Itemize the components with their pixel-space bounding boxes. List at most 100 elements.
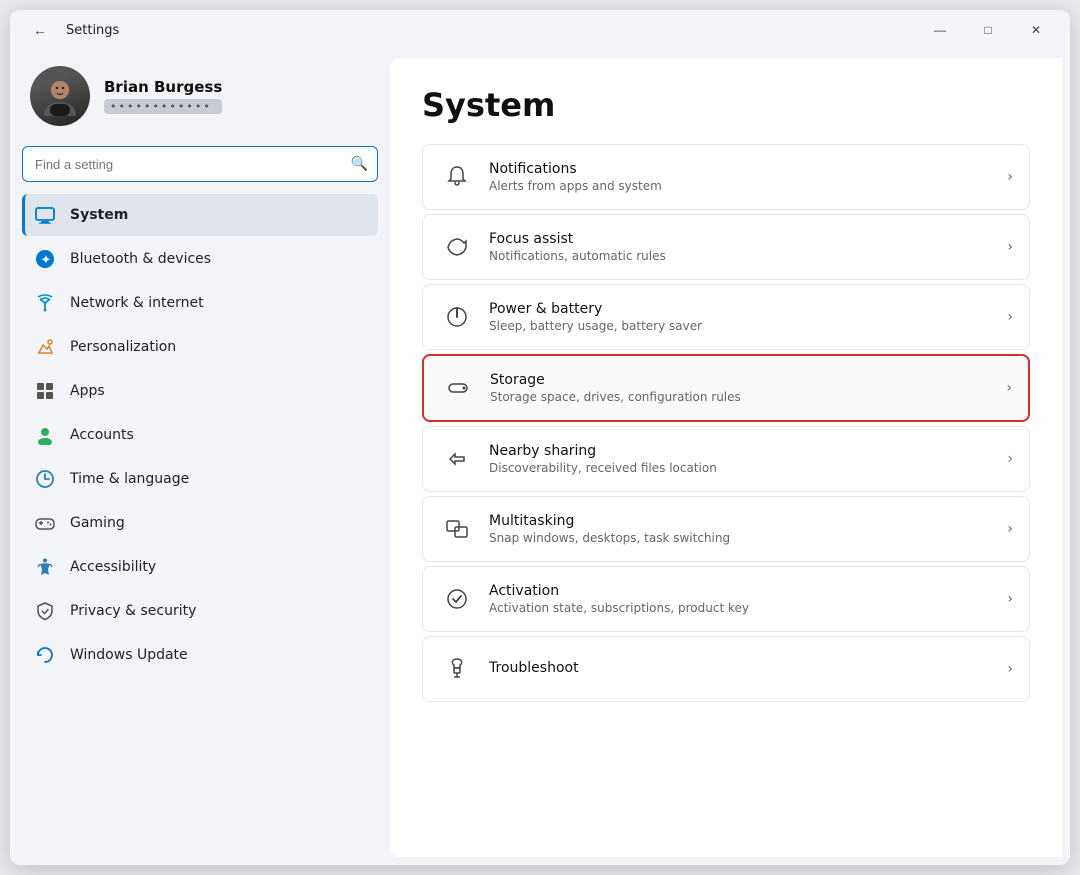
personalization-icon <box>34 336 56 358</box>
gaming-icon <box>34 512 56 534</box>
troubleshoot-text: Troubleshoot <box>489 660 997 678</box>
multitasking-chevron: › <box>1007 521 1013 537</box>
user-profile: Brian Burgess •••••••••••• <box>22 50 378 142</box>
system-icon <box>34 204 56 226</box>
user-info: Brian Burgess •••••••••••• <box>104 78 222 114</box>
search-icon: 🔍 <box>351 156 368 172</box>
power-icon <box>439 299 475 335</box>
troubleshoot-title: Troubleshoot <box>489 660 997 676</box>
sidebar-item-time-label: Time & language <box>70 471 189 487</box>
storage-desc: Storage space, drives, configuration rul… <box>490 390 996 404</box>
notifications-chevron: › <box>1007 169 1013 185</box>
sidebar-item-gaming[interactable]: Gaming <box>22 502 378 544</box>
sidebar-item-privacy[interactable]: Privacy & security <box>22 590 378 632</box>
sidebar-item-gaming-label: Gaming <box>70 515 125 531</box>
sidebar-item-update[interactable]: Windows Update <box>22 634 378 676</box>
sidebar-item-network[interactable]: Network & internet <box>22 282 378 324</box>
sidebar-item-accounts[interactable]: Accounts <box>22 414 378 456</box>
nearby-title: Nearby sharing <box>489 443 997 459</box>
setting-multitasking[interactable]: Multitasking Snap windows, desktops, tas… <box>422 496 1030 562</box>
time-icon <box>34 468 56 490</box>
titlebar: ← Settings — □ ✕ <box>10 10 1070 50</box>
multitasking-desc: Snap windows, desktops, task switching <box>489 531 997 545</box>
sidebar-item-apps[interactable]: Apps <box>22 370 378 412</box>
nav-list: System ✦ Bluetooth & devices Network & i… <box>22 194 378 678</box>
page-title: System <box>422 86 1030 124</box>
search-input[interactable] <box>22 146 378 182</box>
activation-chevron: › <box>1007 591 1013 607</box>
setting-activation[interactable]: Activation Activation state, subscriptio… <box>422 566 1030 632</box>
accounts-icon <box>34 424 56 446</box>
avatar-image <box>40 76 80 116</box>
sidebar-item-personalization-label: Personalization <box>70 339 176 355</box>
power-chevron: › <box>1007 309 1013 325</box>
setting-notifications[interactable]: Notifications Alerts from apps and syste… <box>422 144 1030 210</box>
activation-icon <box>439 581 475 617</box>
activation-desc: Activation state, subscriptions, product… <box>489 601 997 615</box>
sidebar-item-bluetooth[interactable]: ✦ Bluetooth & devices <box>22 238 378 280</box>
sidebar-item-privacy-label: Privacy & security <box>70 603 196 619</box>
notifications-title: Notifications <box>489 161 997 177</box>
avatar <box>30 66 90 126</box>
privacy-icon <box>34 600 56 622</box>
storage-text: Storage Storage space, drives, configura… <box>490 372 996 404</box>
activation-text: Activation Activation state, subscriptio… <box>489 583 997 615</box>
troubleshoot-icon <box>439 651 475 687</box>
sidebar-item-personalization[interactable]: Personalization <box>22 326 378 368</box>
setting-power[interactable]: Power & battery Sleep, battery usage, ba… <box>422 284 1030 350</box>
notifications-desc: Alerts from apps and system <box>489 179 997 193</box>
sidebar-item-time[interactable]: Time & language <box>22 458 378 500</box>
focus-icon <box>439 229 475 265</box>
storage-title: Storage <box>490 372 996 388</box>
focus-desc: Notifications, automatic rules <box>489 249 997 263</box>
search-box: 🔍 <box>22 146 378 182</box>
multitasking-text: Multitasking Snap windows, desktops, tas… <box>489 513 997 545</box>
sidebar: Brian Burgess •••••••••••• 🔍 System <box>10 50 390 865</box>
user-name: Brian Burgess <box>104 78 222 96</box>
multitasking-title: Multitasking <box>489 513 997 529</box>
activation-title: Activation <box>489 583 997 599</box>
power-title: Power & battery <box>489 301 997 317</box>
accessibility-icon <box>34 556 56 578</box>
nearby-chevron: › <box>1007 451 1013 467</box>
power-text: Power & battery Sleep, battery usage, ba… <box>489 301 997 333</box>
power-desc: Sleep, battery usage, battery saver <box>489 319 997 333</box>
settings-window: ← Settings — □ ✕ <box>10 10 1070 865</box>
svg-text:✦: ✦ <box>41 253 52 268</box>
setting-troubleshoot[interactable]: Troubleshoot › <box>422 636 1030 702</box>
close-button[interactable]: ✕ <box>1014 14 1058 46</box>
notifications-icon <box>439 159 475 195</box>
storage-icon <box>440 370 476 406</box>
setting-nearby[interactable]: Nearby sharing Discoverability, received… <box>422 426 1030 492</box>
troubleshoot-chevron: › <box>1007 661 1013 677</box>
minimize-button[interactable]: — <box>918 14 962 46</box>
focus-chevron: › <box>1007 239 1013 255</box>
sidebar-item-system[interactable]: System <box>22 194 378 236</box>
storage-chevron: › <box>1006 380 1012 396</box>
maximize-button[interactable]: □ <box>966 14 1010 46</box>
notifications-text: Notifications Alerts from apps and syste… <box>489 161 997 193</box>
user-email: •••••••••••• <box>104 99 222 114</box>
main-content: System Notifications Alerts from apps an… <box>390 58 1062 857</box>
sidebar-item-network-label: Network & internet <box>70 295 204 311</box>
sidebar-item-update-label: Windows Update <box>70 647 188 663</box>
titlebar-title: Settings <box>66 23 119 38</box>
sidebar-item-accessibility-label: Accessibility <box>70 559 156 575</box>
nearby-desc: Discoverability, received files location <box>489 461 997 475</box>
apps-icon <box>34 380 56 402</box>
sidebar-item-accounts-label: Accounts <box>70 427 134 443</box>
multitasking-icon <box>439 511 475 547</box>
network-icon <box>34 292 56 314</box>
sidebar-item-accessibility[interactable]: Accessibility <box>22 546 378 588</box>
sidebar-item-system-label: System <box>70 207 128 223</box>
bluetooth-icon: ✦ <box>34 248 56 270</box>
nearby-icon <box>439 441 475 477</box>
setting-focus[interactable]: Focus assist Notifications, automatic ru… <box>422 214 1030 280</box>
focus-text: Focus assist Notifications, automatic ru… <box>489 231 997 263</box>
titlebar-left: ← Settings <box>26 16 119 44</box>
focus-title: Focus assist <box>489 231 997 247</box>
titlebar-controls: — □ ✕ <box>918 14 1058 46</box>
setting-storage[interactable]: Storage Storage space, drives, configura… <box>422 354 1030 422</box>
content-area: Brian Burgess •••••••••••• 🔍 System <box>10 50 1070 865</box>
back-button[interactable]: ← <box>26 16 54 44</box>
